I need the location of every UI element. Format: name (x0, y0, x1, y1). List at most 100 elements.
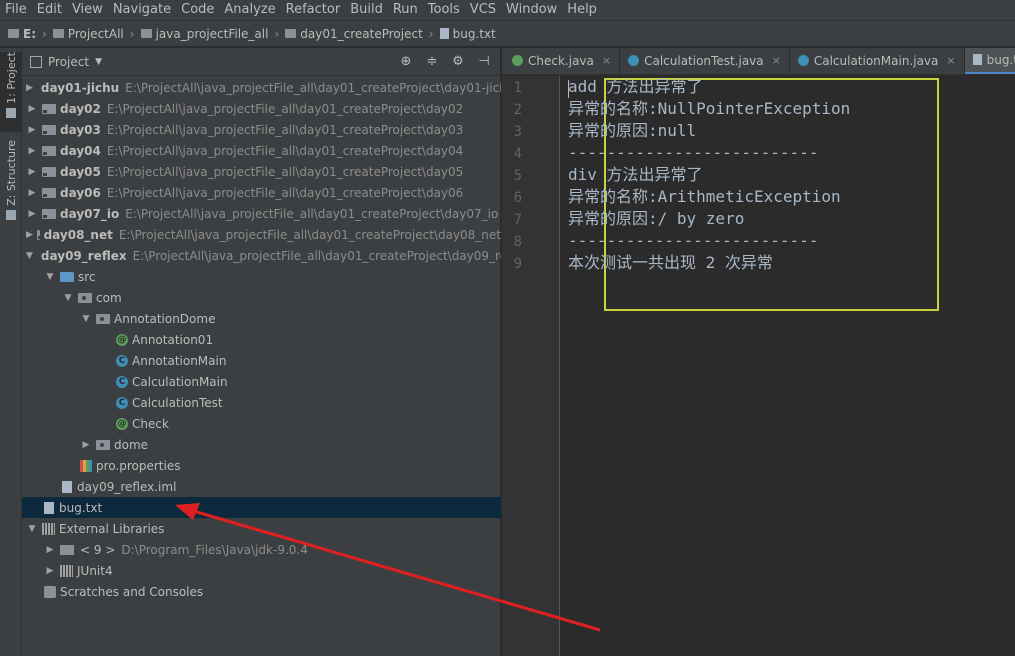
chevron-right-icon[interactable]: ▶ (44, 566, 56, 576)
menu-analyze[interactable]: Analyze (219, 0, 280, 20)
chevron-down-icon[interactable]: ▼ (62, 293, 74, 303)
close-icon[interactable]: × (946, 54, 955, 67)
tree-row-calculationtest[interactable]: C CalculationTest (22, 392, 501, 413)
collapse-all-icon[interactable]: ≑ (424, 54, 440, 70)
project-panel: Project ▼ ⊕ ≑ ⚙ ⊣ ▶ day01-jichu E:\Project… (22, 48, 501, 656)
tree-row-day06[interactable]: ▶ day06 E:\ProjectAll\java_projectFile_all… (22, 182, 501, 203)
chevron-right-icon[interactable]: ▶ (26, 125, 38, 135)
java-class-icon: C (116, 396, 128, 409)
text-file-icon (972, 54, 982, 65)
tree-row-day08-net[interactable]: ▶ day08_net E:\ProjectAll\java_projectFile… (22, 224, 501, 245)
menu-code[interactable]: Code (176, 0, 219, 20)
tree-row-day01-jichu[interactable]: ▶ day01-jichu E:\ProjectAll\java_projectFi… (22, 77, 501, 98)
line-number: 9 (513, 256, 522, 272)
code-line: 异常的名称:NullPointerException (568, 99, 851, 118)
tree-row-annotationmain[interactable]: C AnnotationMain (22, 350, 501, 371)
project-view-selector[interactable]: Project (48, 55, 89, 69)
line-number: 1 (513, 80, 522, 96)
breadcrumb-drive[interactable]: E: (8, 27, 36, 41)
tab-check-java[interactable]: Check.java × (502, 48, 621, 74)
gear-icon[interactable]: ⚙ (450, 54, 466, 70)
menu-window[interactable]: Window (501, 0, 562, 20)
tree-row-dome[interactable]: ▶ dome (22, 434, 501, 455)
structure-tool-tab[interactable]: Z: Structure (0, 140, 22, 222)
locate-icon[interactable]: ⊕ (398, 54, 414, 70)
annotation-class-icon: @ (116, 417, 128, 430)
menu-tools[interactable]: Tools (423, 0, 465, 20)
chevron-right-icon[interactable]: ▶ (80, 440, 92, 450)
code-line: add 方法出异常了 (568, 77, 703, 96)
chevron-right-icon[interactable]: ▶ (44, 545, 56, 555)
tree-row-junit4[interactable]: ▶ JUnit4 (22, 560, 501, 581)
structure-icon (6, 209, 16, 220)
menu-navigate[interactable]: Navigate (108, 0, 176, 20)
close-icon[interactable]: × (602, 54, 611, 67)
chevron-right-icon[interactable]: ▶ (26, 104, 38, 114)
code-line: 异常的原因:null (568, 121, 697, 140)
library-icon (42, 522, 55, 535)
line-number: 6 (513, 190, 522, 206)
menu-file[interactable]: File (0, 0, 32, 20)
chevron-right-icon[interactable]: ▶ (26, 209, 38, 219)
chevron-right-icon[interactable]: ▶ (26, 167, 38, 177)
tree-row-day07-io[interactable]: ▶ day07_io E:\ProjectAll\java_projectFile_… (22, 203, 501, 224)
tree-row-bug-txt[interactable]: bug.txt (22, 497, 501, 518)
project-tool-tab[interactable]: 1: Project (0, 52, 22, 132)
tree-row-com[interactable]: ▼ com (22, 287, 501, 308)
tree-row-annotationdome[interactable]: ▼ AnnotationDome (22, 308, 501, 329)
tree-row-annotation01[interactable]: @ Annotation01 (22, 329, 501, 350)
menu-view[interactable]: View (67, 0, 108, 20)
chevron-right-icon[interactable]: ▶ (26, 188, 38, 198)
chevron-down-icon[interactable]: ▼ (26, 524, 38, 534)
tab-calculationtest-java[interactable]: CalculationTest.java × (620, 48, 790, 74)
tree-row-pro-properties[interactable]: pro.properties (22, 455, 501, 476)
tab-bug-txt[interactable]: bug.txt (964, 48, 1015, 74)
tab-calculationmain-java[interactable]: CalculationMain.java × (790, 48, 965, 74)
tree-row-src[interactable]: ▼ src (22, 266, 501, 287)
tree-row-jdk9[interactable]: ▶ < 9 > D:\Program_Files\Java\jdk-9.0.4 (22, 539, 501, 560)
breadcrumb-java-projectfile[interactable]: java_projectFile_all (140, 27, 268, 41)
hide-icon[interactable]: ⊣ (476, 54, 492, 70)
chevron-right-icon[interactable]: ▶ (26, 230, 33, 240)
chevron-right-icon[interactable]: ▶ (26, 83, 33, 93)
module-folder-icon (42, 103, 56, 114)
tree-row-calculationmain[interactable]: C CalculationMain (22, 371, 501, 392)
tree-row-check[interactable]: @ Check (22, 413, 501, 434)
menu-vcs[interactable]: VCS (465, 0, 501, 20)
chevron-right-icon[interactable]: ▶ (26, 146, 38, 156)
java-class-icon: C (116, 375, 128, 388)
menu-refactor[interactable]: Refactor (281, 0, 346, 20)
tree-row-day04[interactable]: ▶ day04 E:\ProjectAll\java_projectFile_all… (22, 140, 501, 161)
menu-help[interactable]: Help (562, 0, 602, 20)
folder-icon (52, 29, 64, 38)
breadcrumb-separator: › (428, 26, 434, 41)
breadcrumb-separator: › (274, 26, 280, 41)
breadcrumb-projectall[interactable]: ProjectAll (52, 27, 124, 41)
breadcrumb-day01[interactable]: day01_createProject (285, 27, 423, 41)
chevron-down-icon[interactable]: ▼ (26, 251, 33, 261)
tree-row-scratches[interactable]: Scratches and Consoles (22, 581, 501, 602)
menu-build[interactable]: Build (345, 0, 388, 20)
close-icon[interactable]: × (772, 54, 781, 67)
properties-file-icon (80, 459, 92, 472)
tree-row-day05[interactable]: ▶ day05 E:\ProjectAll\java_projectFile_all… (22, 161, 501, 182)
breadcrumb-bug-txt[interactable]: bug.txt (439, 27, 496, 41)
chevron-down-icon[interactable]: ▼ (44, 272, 56, 282)
scratches-icon (44, 585, 56, 598)
chevron-down-icon[interactable]: ▼ (80, 314, 92, 324)
tree-row-day02[interactable]: ▶ day02 E:\ProjectAll\java_projectFile_all… (22, 98, 501, 119)
tree-row-day03[interactable]: ▶ day03 E:\ProjectAll\java_projectFile_all… (22, 119, 501, 140)
module-folder-icon (42, 124, 56, 135)
breadcrumb-separator: › (129, 26, 135, 41)
tree-row-external-libraries[interactable]: ▼ External Libraries (22, 518, 501, 539)
code-editor[interactable]: add 方法出异常了 异常的名称:NullPointerException 异常… (568, 76, 1008, 656)
chevron-down-icon[interactable]: ▼ (95, 57, 102, 67)
text-file-icon (439, 28, 449, 39)
tree-row-day09-reflex-iml[interactable]: day09_reflex.iml (22, 476, 501, 497)
editor-area: Check.java × CalculationTest.java × Calcul… (502, 48, 1015, 656)
menu-run[interactable]: Run (388, 0, 423, 20)
menu-edit[interactable]: Edit (32, 0, 67, 20)
line-number: 2 (513, 102, 522, 118)
tree-row-day09-reflex[interactable]: ▼ day09_reflex E:\ProjectAll\java_projectF… (22, 245, 501, 266)
module-folder-icon (42, 187, 56, 198)
